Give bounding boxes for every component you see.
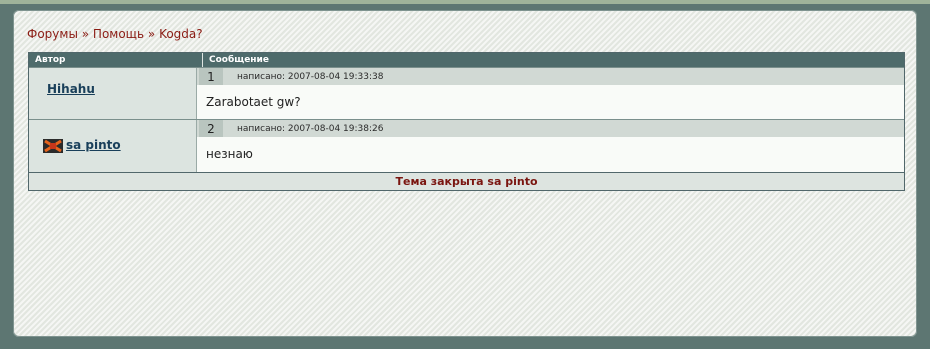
post-row: sa pinto 2 написано: 2007-08-04 19:38:26… <box>29 119 904 172</box>
topic-closed-notice: Тема закрыта sa pinto <box>29 172 904 190</box>
breadcrumb: Форумы » Помощь » Kogda? <box>27 27 203 41</box>
moderator-icon <box>43 138 63 153</box>
post-date: написано: 2007-08-04 19:38:26 <box>237 123 384 134</box>
post-header: 1 написано: 2007-08-04 19:33:38 <box>197 68 904 85</box>
breadcrumb-forums-link[interactable]: Форумы <box>27 27 78 41</box>
author-link[interactable]: Hihahu <box>47 82 95 96</box>
column-author-header: Автор <box>29 53 203 67</box>
breadcrumb-separator: » <box>147 27 156 41</box>
post-header: 2 написано: 2007-08-04 19:38:26 <box>197 120 904 137</box>
post-author-cell: sa pinto <box>29 120 197 172</box>
post-text: незнаю <box>197 137 904 172</box>
post-row: Hihahu 1 написано: 2007-08-04 19:33:38 Z… <box>29 67 904 119</box>
forum-panel: Форумы » Помощь » Kogda? Автор Сообщение… <box>13 10 917 337</box>
top-strip <box>0 0 930 4</box>
post-author-cell: Hihahu <box>29 68 197 119</box>
breadcrumb-separator: » <box>81 27 90 41</box>
post-number: 1 <box>199 68 223 85</box>
author-link[interactable]: sa pinto <box>66 138 121 152</box>
post-message-cell: 2 написано: 2007-08-04 19:38:26 незнаю <box>197 120 904 172</box>
posts-table: Автор Сообщение Hihahu 1 написано: 2007-… <box>28 52 905 191</box>
post-message-cell: 1 написано: 2007-08-04 19:33:38 Zarabota… <box>197 68 904 119</box>
table-header: Автор Сообщение <box>29 53 904 67</box>
breadcrumb-topic-link[interactable]: Kogda? <box>159 27 203 41</box>
post-date: написано: 2007-08-04 19:33:38 <box>237 71 384 82</box>
post-number: 2 <box>199 120 223 137</box>
breadcrumb-help-link[interactable]: Помощь <box>93 27 144 41</box>
post-text: Zarabotaet gw? <box>197 85 904 119</box>
column-message-header: Сообщение <box>209 55 269 65</box>
